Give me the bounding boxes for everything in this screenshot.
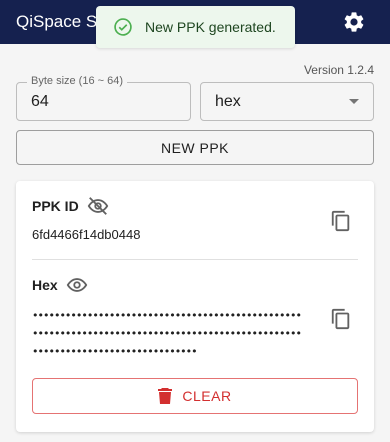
gear-icon[interactable] [342, 10, 366, 34]
new-ppk-button[interactable]: NEW PPK [16, 130, 374, 165]
eye-off-icon[interactable] [87, 195, 109, 217]
toast-message: New PPK generated. [145, 19, 276, 35]
format-select-value: hex [215, 93, 241, 110]
format-select[interactable]: hex [200, 82, 374, 121]
hex-header: Hex [32, 274, 88, 296]
dropdown-arrow-icon [349, 99, 359, 104]
clear-button[interactable]: CLEAR [32, 378, 358, 414]
version-label: Version 1.2.4 [303, 63, 374, 77]
byte-size-input[interactable] [31, 93, 181, 111]
copy-icon[interactable] [330, 307, 352, 331]
ppk-id-value: 6fd4466f14db0448 [32, 227, 141, 242]
ppk-id-label: PPK ID [32, 198, 79, 214]
hex-label: Hex [32, 277, 58, 293]
byte-size-label: Byte size (16 ~ 64) [27, 75, 128, 87]
ppk-card: PPK ID 6fd4466f14db0448 Hex ••••••••••••… [16, 181, 374, 432]
trash-icon [158, 388, 173, 404]
eye-icon[interactable] [66, 274, 88, 296]
success-toast: New PPK generated. [96, 6, 295, 48]
copy-icon[interactable] [330, 209, 352, 233]
byte-size-field[interactable]: Byte size (16 ~ 64) [16, 75, 191, 121]
divider [32, 259, 358, 260]
hex-masked-value: ••••••••••••••••••••••••••••••••••••••••… [32, 309, 302, 358]
ppk-id-header: PPK ID [32, 195, 109, 217]
check-circle-icon [114, 18, 132, 36]
clear-label: CLEAR [182, 388, 232, 404]
